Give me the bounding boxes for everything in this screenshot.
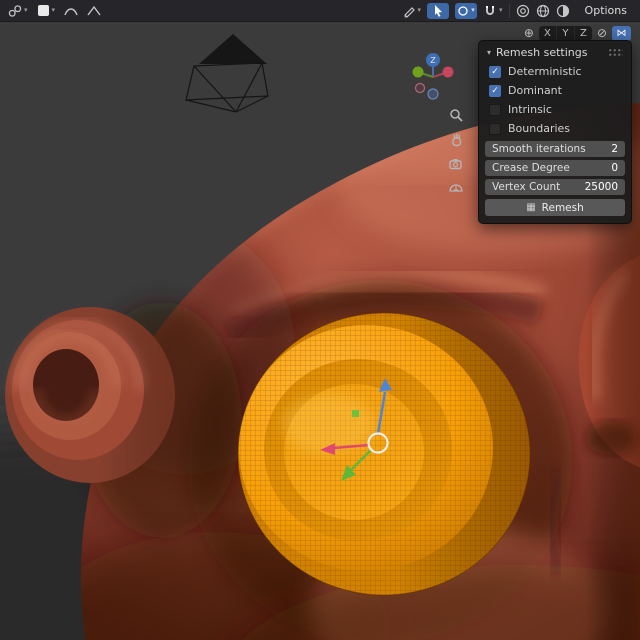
remesh-button[interactable]: ▦ Remesh [485, 199, 625, 216]
symmetry-lock-icon[interactable]: ⊘ [597, 27, 607, 39]
chevron-down-icon: ▾ [471, 6, 475, 14]
checkbox-label: Dominant [508, 84, 562, 97]
grid-icon: ▦ [526, 202, 536, 213]
checkbox-unchecked[interactable] [489, 103, 501, 116]
panel-title: Remesh settings [496, 46, 588, 59]
field-value: 2 [611, 143, 618, 155]
field-label: Smooth iterations [492, 143, 586, 155]
sharp-falloff-button[interactable] [87, 2, 101, 20]
gizmo-y-ball[interactable] [412, 66, 424, 78]
chevron-down-icon: ▾ [51, 6, 56, 14]
proportional-editing-button[interactable] [516, 2, 530, 20]
chevron-down-icon: ▾ [499, 6, 503, 14]
remesh-button-label: Remesh [541, 201, 584, 214]
annotate-pen-button[interactable]: ▾ [402, 2, 422, 20]
checkbox-label: Deterministic [508, 65, 582, 78]
remesh-settings-panel: ▾ Remesh settings ✓ Deterministic ✓ Domi… [478, 40, 632, 224]
editor-type-button[interactable]: ▾ [8, 2, 28, 20]
gizmo-z-label: Z [430, 56, 436, 65]
panel-header[interactable]: ▾ Remesh settings [479, 41, 631, 62]
shading-sphere-button[interactable] [556, 2, 570, 20]
brush-swatch-button[interactable]: ▾ [37, 2, 56, 20]
chevron-down-icon: ▾ [417, 6, 422, 14]
main-header: ▾ ▾ ▾ ▾ ▾ Options [0, 0, 640, 22]
symmetry-x-button[interactable]: X [539, 25, 557, 41]
checkbox-unchecked[interactable] [489, 122, 501, 135]
remesh-preview-object[interactable] [237, 312, 531, 596]
snap-magnet-icon [486, 5, 495, 15]
camera-view-button[interactable] [446, 153, 466, 173]
zoom-button[interactable] [446, 105, 466, 125]
checkbox-row-intrinsic[interactable]: Intrinsic [479, 100, 631, 119]
camera-view-icon [449, 158, 462, 169]
header-left-tools: ▾ ▾ [0, 2, 101, 20]
options-button[interactable]: Options [576, 4, 636, 17]
gizmo-neg-x-ball[interactable] [414, 82, 426, 94]
checkbox-checked[interactable]: ✓ [489, 65, 501, 78]
shading-sphere-icon [556, 4, 569, 17]
symmetry-y-button[interactable]: Y [557, 25, 575, 41]
checkbox-row-dominant[interactable]: ✓ Dominant [479, 81, 631, 100]
navigation-gizmo[interactable]: Z [407, 47, 459, 107]
divider [508, 3, 510, 18]
zoom-icon [449, 108, 463, 122]
symmetry-globe-icon[interactable]: ⊕ [524, 27, 534, 39]
symmetry-toolbar: ⊕ X Y Z ⊘ ⋈ [524, 25, 631, 41]
checkbox-row-boundaries[interactable]: Boundaries [479, 119, 631, 138]
proportional-circles-icon [516, 4, 529, 17]
checkbox-label: Intrinsic [508, 103, 552, 116]
checkbox-row-deterministic[interactable]: ✓ Deterministic [479, 62, 631, 81]
viewport-controls [446, 105, 466, 197]
checkbox-label: Boundaries [508, 122, 571, 135]
smooth-iterations-field[interactable]: Smooth iterations 2 [485, 141, 625, 157]
check-icon: ✓ [491, 85, 499, 96]
cursor-arrow-icon [435, 5, 443, 17]
sharp-falloff-icon [87, 5, 101, 15]
smooth-falloff-icon [64, 7, 78, 15]
field-value: 25000 [584, 181, 618, 193]
gizmo-x-ball[interactable] [442, 66, 454, 78]
value-fields: Smooth iterations 2 Crease Degree 0 Vert… [479, 138, 631, 195]
orientation-globe-icon [536, 4, 549, 17]
crease-degree-field[interactable]: Crease Degree 0 [485, 160, 625, 176]
checkbox-checked[interactable]: ✓ [489, 84, 501, 97]
mirror-icon: ⋈ [616, 27, 627, 39]
brush-swatch-icon [37, 5, 49, 16]
options-label: Options [584, 4, 627, 17]
annotate-pen-icon [403, 6, 415, 18]
header-right-tools: ▾ ▾ ▾ Options [402, 2, 640, 20]
radius-circle-icon [458, 5, 468, 16]
radius-tool-button[interactable]: ▾ [455, 2, 478, 19]
gizmo-neg-z-ball[interactable] [427, 88, 439, 100]
field-label: Crease Degree [492, 162, 570, 174]
field-label: Vertex Count [492, 181, 561, 193]
snap-magnet-button[interactable]: ▾ [483, 2, 503, 20]
symmetry-axis-group: X Y Z [538, 25, 592, 41]
drag-handle-icon[interactable] [608, 48, 623, 57]
pan-button[interactable] [446, 129, 466, 149]
remesh-popover-button[interactable]: ⋈ [612, 25, 631, 41]
smooth-falloff-button[interactable] [64, 2, 78, 20]
editor-type-icon [8, 4, 22, 17]
transform-cursor-button[interactable] [427, 2, 450, 19]
check-icon: ✓ [491, 66, 499, 77]
symmetry-z-button[interactable]: Z [575, 26, 592, 41]
projection-toggle-button[interactable] [446, 177, 466, 197]
pan-hand-icon [451, 133, 461, 146]
collapse-arrow-icon[interactable]: ▾ [487, 48, 491, 57]
chevron-down-icon: ▾ [24, 6, 28, 14]
projection-grid-icon [449, 183, 463, 192]
field-value: 0 [611, 162, 618, 174]
vertex-count-field[interactable]: Vertex Count 25000 [485, 179, 625, 195]
gizmo-plane-handle [352, 410, 359, 417]
orientation-globe-button[interactable] [536, 2, 550, 20]
